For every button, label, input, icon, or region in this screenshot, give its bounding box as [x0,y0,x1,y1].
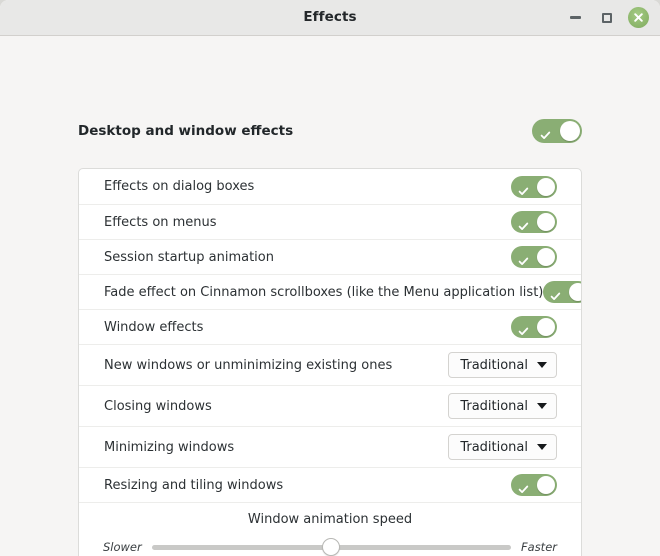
settings-row: Window effects [79,309,581,344]
settings-row: Session startup animation [79,239,581,274]
settings-row-label: Fade effect on Cinnamon scrollboxes (lik… [104,284,544,300]
chevron-down-icon [537,444,547,450]
toggle-knob [537,476,555,494]
settings-row: Effects on dialog boxes [79,169,581,204]
settings-row-label: Closing windows [104,398,212,414]
settings-row-dropdown[interactable]: Traditional [448,352,557,378]
toggle-knob [537,318,555,336]
checkmark-icon [550,287,561,300]
toggle-knob [537,213,555,231]
settings-row-toggle[interactable] [511,474,557,496]
settings-row: Effects on menus [79,204,581,239]
dropdown-value: Traditional [460,439,528,455]
settings-row-label: Session startup animation [104,249,274,265]
window-content: Desktop and window effects Effects on di… [0,36,660,556]
checkmark-icon [518,182,529,195]
effects-window: Effects Desktop and window effects Effec… [0,0,660,556]
close-button[interactable] [626,5,651,30]
settings-row-label: Effects on menus [104,214,217,230]
maximize-button[interactable] [594,5,619,30]
settings-row-toggle[interactable] [511,246,557,268]
desktop-effects-toggle[interactable] [532,118,582,143]
animation-speed-slider[interactable] [151,538,512,556]
settings-row-label: New windows or unminimizing existing one… [104,357,393,373]
chevron-down-icon [537,403,547,409]
settings-row-label: Effects on dialog boxes [104,179,255,194]
page-title: Desktop and window effects [78,122,294,139]
settings-row-toggle[interactable] [511,211,557,233]
settings-row: Minimizing windows Traditional [79,426,581,467]
settings-row: Fade effect on Cinnamon scrollboxes (lik… [79,274,581,309]
settings-row-label: Resizing and tiling windows [104,477,284,493]
toggle-knob [569,283,581,301]
settings-row-dropdown[interactable]: Traditional [448,393,557,419]
titlebar: Effects [0,0,660,36]
checkmark-icon [518,252,529,265]
dropdown-value: Traditional [460,357,528,373]
toggle-knob [537,248,555,266]
settings-rows: Effects on dialog boxes Effects on menus S… [79,169,581,502]
settings-row-toggle[interactable] [511,175,557,198]
toggle-knob [537,177,555,196]
checkmark-icon [518,322,529,335]
slider-min-label: Slower [103,540,142,554]
settings-row-toggle[interactable] [511,316,557,338]
settings-row: Resizing and tiling windows [79,467,581,502]
slider-thumb[interactable] [322,538,341,556]
checkmark-icon [540,126,551,139]
close-icon [628,7,649,28]
settings-row: Closing windows Traditional [79,385,581,426]
animation-speed-label: Window animation speed [247,512,413,527]
checkmark-icon [518,480,529,493]
maximize-icon [601,12,612,23]
settings-row: New windows or unminimizing existing one… [79,344,581,385]
animation-speed-slider-row: Slower Faster [103,538,557,556]
settings-row-toggle[interactable] [543,281,581,303]
checkmark-icon [518,217,529,230]
settings-row-dropdown[interactable]: Traditional [448,434,557,460]
slider-max-label: Faster [521,540,557,554]
minimize-icon [570,16,581,19]
chevron-down-icon [537,362,547,368]
settings-row-label: Window effects [104,319,204,335]
desktop-effects-header: Desktop and window effects [78,114,582,147]
toggle-knob [560,120,580,141]
dropdown-value: Traditional [460,398,528,414]
settings-card: Effects on dialog boxes Effects on menus S… [78,168,582,556]
window-title: Effects [303,9,357,25]
settings-row-label: Minimizing windows [104,439,235,455]
animation-speed-section: Window animation speed Slower Faster [79,502,581,556]
minimize-button[interactable] [563,5,588,30]
